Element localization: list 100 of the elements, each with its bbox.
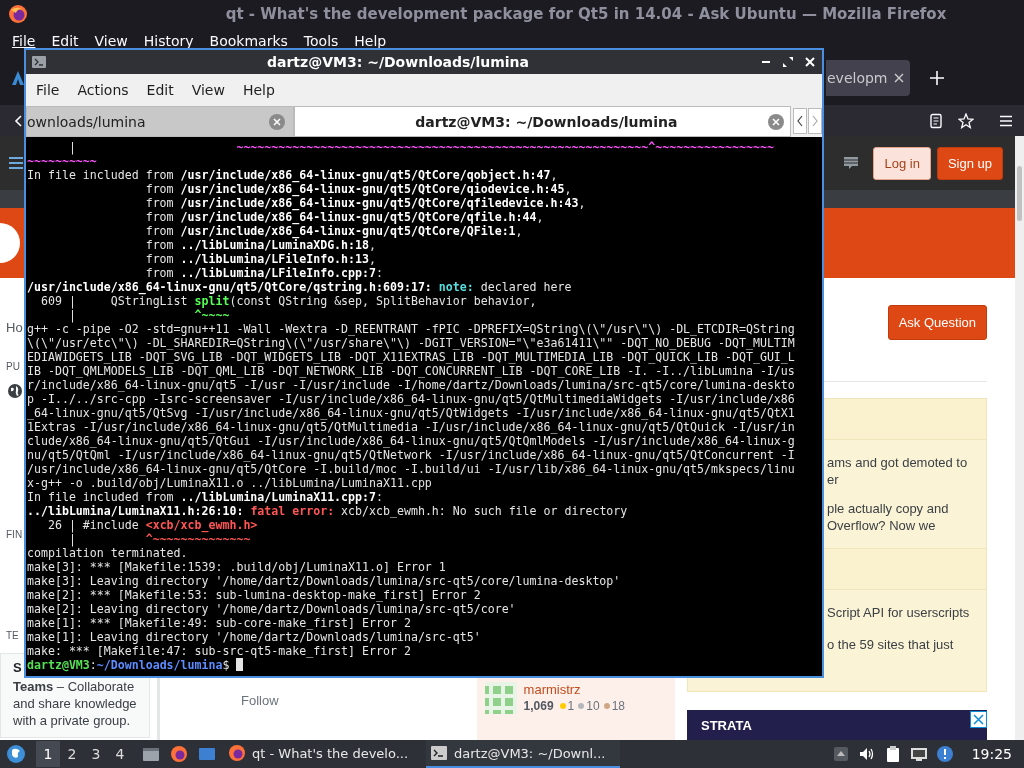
menu-item[interactable]: Actions — [71, 82, 141, 98]
terminal-line: 26 | #include <xcb/xcb_ewmh.h> — [46, 518, 259, 532]
folder-icon[interactable] — [142, 745, 160, 763]
close-icon[interactable] — [970, 710, 987, 728]
terminal-line: _64-linux-gnu/qt5/QtSvg -I/usr/include/x86_64-linux-gnu/qt5/QtWidgets -I/usr/include/x86_64-linux-gnu/qt5/QtX1 — [27, 406, 796, 420]
menu-item[interactable]: Tools — [295, 33, 347, 50]
terminal-tab[interactable]: ownloads/lumina — [26, 106, 294, 137]
menu-item[interactable]: File — [4, 33, 44, 50]
start-menu-icon[interactable] — [6, 744, 26, 764]
section-heading: TE — [6, 630, 19, 641]
maximize-icon[interactable] — [782, 56, 794, 68]
menu-item[interactable]: Edit — [140, 82, 186, 98]
close-icon[interactable] — [893, 72, 904, 83]
terminal-line: nu/qt5/QtQml -I/usr/include/x86_64-linux-gnu/qt5/QtNetwork -I/usr/include/x86_64-linux-gnu/qt5/QtConcurrent -I — [27, 448, 796, 462]
star-icon[interactable] — [958, 112, 974, 129]
firefox-icon — [228, 744, 246, 762]
terminal-line: make[1]: Leaving directory '/home/dartz/Downloads/lumina/src-qt5' — [27, 630, 482, 644]
section-heading: PU — [6, 361, 20, 372]
terminal-line: clude/x86_64-linux-gnu/qt5/QtGui -I/usr/include/x86_64-linux-gnu/qt5/QtQmlModels -I/usr/include/x86_64-linux-g — [27, 434, 796, 448]
menu-item[interactable]: Bookmarks — [201, 33, 296, 50]
shell-prompt: dartz@VM3:~/Downloads/lumina$ — [27, 658, 231, 672]
firefox-icon[interactable] — [170, 745, 188, 763]
terminal-line: /usr/include/x86_64-linux-gnu/qt5/QtCore -I.build/moc -I.build/ui -I/usr/lib/x86_64-linux-gnu/qt5/mkspecs/linu — [27, 462, 796, 476]
user-link[interactable]: marmistrz — [523, 682, 625, 697]
terminal-line: | ~~~~~~~~~~~~~~~~~~~~~~~~~~~~~~~~~~~~~~~~~~~~~~~~~~~~~~~~~~~^~~~~~~~~~~~~~~~~~ — [67, 140, 775, 154]
reader-icon[interactable] — [928, 112, 944, 129]
terminal-line: p -I../../src-cpp -Isrc-screensaver -I/usr/include/x86_64-linux-gnu/qt5/QtMultimediaWidgets -I/usr/include/x86 — [27, 392, 796, 406]
terminal-line: | ^~~~~~~~~~~~~~~ — [67, 532, 251, 546]
nav-link[interactable]: Ho — [6, 320, 23, 335]
workspace-button[interactable]: 1 — [36, 741, 60, 767]
terminal-line: In file included from /usr/include/x86_64-linux-gnu/qt5/QtCore/qobject.h:47, — [27, 168, 558, 182]
terminal-icon — [32, 56, 46, 68]
follow-link[interactable]: Follow — [241, 693, 279, 709]
browser-tab[interactable]: evelopm — [826, 59, 910, 96]
terminal-line: IB -DQT_QMLMODELS_LIB -DQT_QML_LIB -DQT_NETWORK_LIB -DQT_CONCURRENT_LIB -DQT_CORE_LIB -I. -I../libLumina -I/us — [27, 364, 796, 378]
taskbar-task[interactable]: dartz@VM3: ~/Downl... — [426, 740, 620, 768]
terminal-line: | ^~~~~ — [67, 308, 231, 322]
back-icon[interactable] — [14, 112, 22, 129]
sidebar-link[interactable]: ple actually copy and Overflow? Now we — [827, 500, 986, 534]
terminal-line: In file included from ../libLumina/LuminaX11.cpp:7: — [27, 490, 384, 504]
terminal-line: compilation terminated. — [27, 546, 189, 560]
monitor-icon[interactable] — [909, 745, 928, 763]
terminal-line: 1Extras -I/usr/include/x86_64-linux-gnu/qt5/QtMultimedia -I/usr/include/x86_64-linux-gnu/qt5/QtQuick -I/usr/in — [27, 420, 796, 434]
terminal-line: make[2]: *** [Makefile:53: sub-lumina-desktop-make_first] Error 2 — [27, 588, 482, 602]
text-cursor — [236, 658, 244, 671]
terminal-line: make: *** [Makefile:47: sub-src-qt5-make_first] Error 2 — [27, 644, 412, 658]
card-title: S — [13, 660, 22, 675]
terminal-line: make[3]: *** [Makefile:1539: .build/obj/LuminaX11.o] Error 1 — [27, 560, 447, 574]
terminal-line: \(\"/usr/etc\"\) -DL_SHAREDIR=QString\(\"/usr/share\"\) -DGIT_VERSION="\"e3a61411\"" -DQT_NO_DEBUG -DQT_MULTIM — [27, 336, 796, 350]
workspace-button[interactable]: 3 — [84, 741, 108, 767]
workspace-button[interactable]: 4 — [108, 741, 132, 767]
menu-item[interactable]: History — [135, 33, 202, 50]
globe-icon[interactable] — [8, 384, 22, 398]
menu-item[interactable]: View — [185, 82, 237, 98]
chat-icon[interactable] — [843, 155, 860, 171]
scrollbar[interactable] — [1015, 136, 1024, 740]
menu-item[interactable]: Help — [236, 82, 287, 98]
terminal-line: make[2]: Leaving directory '/home/dartz/Downloads/lumina/src-qt5/core' — [27, 602, 517, 616]
terminal-line: from /usr/include/x86_64-linux-gnu/qt5/QtCore/QFile:1, — [144, 224, 523, 238]
sidebar-link[interactable]: ams and got demoted to er — [827, 454, 986, 488]
terminal-line: make[3]: Leaving directory '/home/dartz/Downloads/lumina/src-qt5/core/lumina-desktop' — [27, 574, 622, 588]
sidebar-link[interactable]: o the 59 sites that just — [827, 636, 986, 653]
terminal-line: x-g++ -o .build/obj/LuminaX11.o ../libLumina/LuminaX11.cpp — [27, 476, 433, 490]
badge-count: 10 — [586, 699, 600, 713]
badge-count: 1 — [567, 699, 575, 713]
menu-item[interactable]: File — [30, 82, 72, 98]
firefox-icon — [8, 4, 28, 24]
expand-icon[interactable] — [831, 745, 850, 763]
terminal-line: make[1]: *** [Makefile:49: sub-core-make_first] Error 2 — [27, 616, 412, 630]
taskbar-task[interactable]: qt - What's the develo... — [224, 740, 418, 768]
window-title: qt - What's the development package for Qt5 in 14.04 - Ask Ubuntu — Mozilla Firefox — [224, 5, 948, 23]
terminal-line: from /usr/include/x86_64-linux-gnu/qt5/QtCore/qfiledevice.h:43, — [144, 196, 587, 210]
workspace-button[interactable]: 2 — [60, 741, 84, 767]
menu-item[interactable]: Help — [346, 33, 395, 50]
ad-banner[interactable]: STRATA — [687, 710, 987, 740]
sidebar-link[interactable]: Script API for userscripts — [827, 604, 986, 621]
terminal-line: from /usr/include/x86_64-linux-gnu/qt5/QtCore/qiodevice.h:45, — [144, 182, 572, 196]
window-icon[interactable] — [198, 745, 216, 763]
terminal-line: from /usr/include/x86_64-linux-gnu/qt5/QtCore/qfile.h:44, — [144, 210, 544, 224]
new-tab-icon[interactable] — [929, 70, 944, 85]
clock: 19:25 — [971, 746, 1012, 762]
terminal-line: r/include/x86_64-linux-gnu/qt5 -I/usr -I/usr/include -I/home/dartz/Downloads/lumina/src-qt5/core/lumina-deskto — [27, 378, 796, 392]
login-button[interactable]: Log in — [873, 146, 931, 180]
ask-question-button[interactable]: Ask Question — [887, 305, 987, 340]
tab-icon[interactable] — [12, 70, 24, 85]
badge-count: 18 — [611, 699, 625, 713]
terminal-line: g++ -c -pipe -O2 -std=gnu++11 -Wall -Wextra -D_REENTRANT -fPIC -DPREFIX=QString\(\"/usr\"\) -DL_ETCDIR=QString — [27, 322, 796, 336]
menu-icon[interactable] — [8, 155, 24, 171]
signup-button[interactable]: Sign up — [936, 146, 1003, 180]
menu-item[interactable]: Edit — [43, 33, 87, 50]
menu-item[interactable]: View — [86, 33, 136, 50]
reputation-score: 1,069 — [523, 699, 554, 713]
terminal-line: /usr/include/x86_64-linux-gnu/qt5/QtCore/qstring.h:609:17: note: declared here — [27, 280, 573, 294]
terminal-line: from ../libLumina/LuminaXDG.h:18, — [144, 238, 376, 252]
window-title: dartz@VM3: ~/Downloads/lumina — [265, 54, 531, 70]
terminal-line: from ../libLumina/LFileInfo.cpp:7: — [144, 266, 384, 280]
terminal-line: ../libLumina/LuminaX11.h:26:10: fatal error: xcb/xcb_ewmh.h: No such file or directory — [27, 504, 629, 518]
terminal-tab[interactable]: dartz@VM3: ~/Downloads/lumina — [293, 106, 791, 137]
terminal-line: EDIAWIDGETS_LIB -DQT_SVG_LIB -DQT_WIDGETS_LIB -DQT_X11EXTRAS_LIB -DQT_MULTIMEDIA_LIB -DQT_QUICK_LIB -DQT_GUI_L — [27, 350, 796, 364]
alert-icon[interactable] — [935, 745, 954, 763]
